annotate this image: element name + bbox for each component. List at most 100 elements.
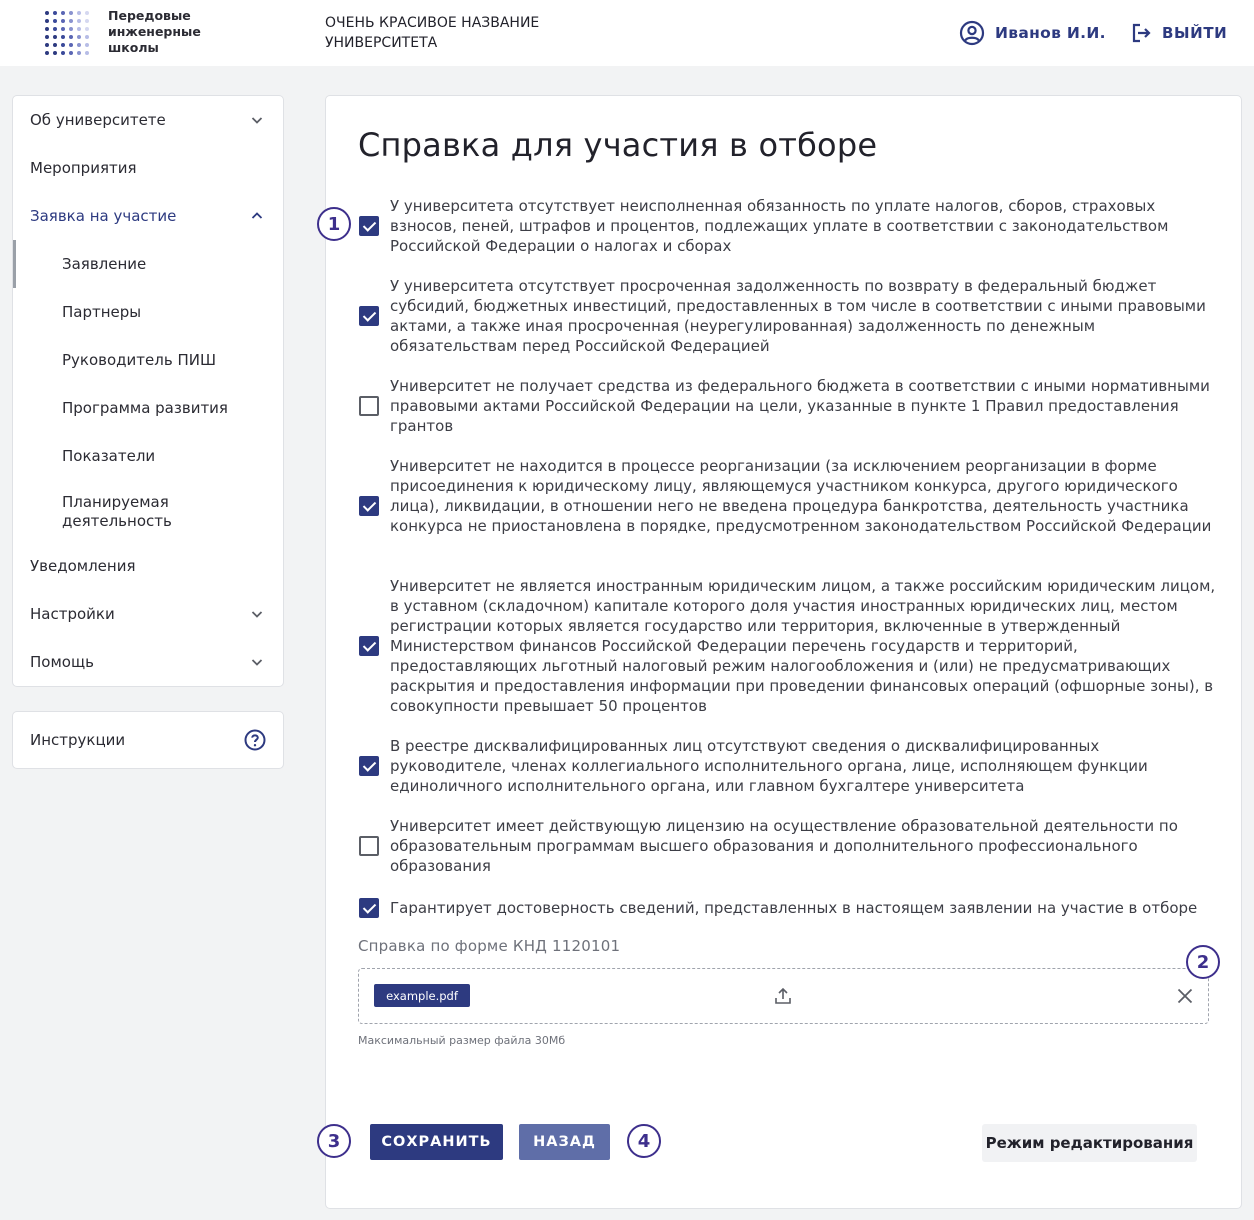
annotation-marker: 4 [627, 1124, 661, 1158]
user-profile-button[interactable]: Иванов И.И. [959, 20, 1106, 46]
sidebar-item-head[interactable]: Руководитель ПИШ [13, 336, 283, 384]
sidebar-item-label: Руководитель ПИШ [62, 351, 216, 369]
university-title: ОЧЕНЬ КРАСИВОЕ НАЗВАНИЕ УНИВЕРСИТЕТА [325, 13, 539, 53]
logo-dot [45, 51, 49, 55]
file-field-label: Справка по форме КНД 1120101 [358, 937, 621, 955]
annotation-marker: 1 [317, 207, 351, 241]
back-button[interactable]: НАЗАД [519, 1124, 610, 1160]
logo-dot [61, 27, 65, 31]
logo-dot [45, 11, 49, 15]
sidebar-item-label: Планируемая деятельность [62, 493, 172, 530]
sidebar-item-indicators[interactable]: Показатели [13, 432, 283, 480]
logo-dot [53, 27, 57, 31]
logo-dot [77, 43, 81, 47]
logo-dot [45, 19, 49, 23]
logo-line: школы [108, 40, 159, 55]
sidebar-item-instructions[interactable]: Инструкции [13, 716, 283, 764]
logo-dot [45, 43, 49, 47]
sidebar-item-help[interactable]: Помощь [13, 638, 283, 686]
checkbox-label: Университет не находится в процессе реор… [390, 457, 1212, 535]
upload-icon[interactable] [773, 986, 793, 1006]
instructions-panel: Инструкции [12, 711, 284, 769]
sidebar-nav: Об университете Мероприятия Заявка на уч… [12, 95, 284, 687]
logo-dot [85, 27, 89, 31]
page-title: Справка для участия в отборе [358, 126, 878, 164]
checkbox-label: В реестре дисквалифицированных лиц отсут… [390, 737, 1148, 795]
checkbox[interactable] [359, 216, 379, 236]
sidebar-item-label: Уведомления [30, 557, 136, 575]
top-header: Передовые инженерные школы ОЧЕНЬ КРАСИВО… [0, 0, 1254, 66]
sidebar-item-label: Мероприятия [30, 159, 137, 177]
logo-line: инженерные [108, 24, 201, 39]
checkbox[interactable] [359, 306, 379, 326]
logo-dot [61, 11, 65, 15]
logo-dot [53, 51, 57, 55]
checkbox-label: Гарантирует достоверность сведений, пред… [390, 899, 1198, 917]
checkbox[interactable] [359, 756, 379, 776]
sidebar-item-statement[interactable]: Заявление [13, 240, 283, 288]
save-button[interactable]: СОХРАНИТЬ [370, 1124, 503, 1160]
logo-dot [85, 19, 89, 23]
logo-dot [53, 35, 57, 39]
logo-dot [77, 35, 81, 39]
chevron-down-icon [251, 611, 263, 618]
logo-dot [53, 11, 57, 15]
close-icon[interactable] [1176, 987, 1194, 1005]
checkbox-label: У университета отсутствует просроченная … [390, 277, 1206, 355]
annotation-marker: 3 [317, 1124, 351, 1158]
question-circle-icon[interactable] [244, 729, 266, 751]
sidebar-item-label: Заявка на участие [30, 207, 177, 225]
annotation-marker: 2 [1186, 945, 1220, 979]
file-chip[interactable]: example.pdf [374, 984, 470, 1007]
checkbox[interactable] [359, 898, 379, 918]
logo-dot [45, 27, 49, 31]
chevron-up-icon [251, 212, 263, 219]
checkbox[interactable] [359, 396, 379, 416]
sidebar-item-settings[interactable]: Настройки [13, 590, 283, 638]
sidebar-item-application[interactable]: Заявка на участие [13, 192, 283, 240]
sidebar-item-label: Партнеры [62, 303, 142, 321]
logout-button[interactable]: ВЫЙТИ [1130, 20, 1227, 46]
chevron-down-icon [251, 117, 263, 124]
logout-label: ВЫЙТИ [1162, 24, 1228, 42]
sidebar-item-label: Показатели [62, 447, 156, 465]
logo-dot [61, 51, 65, 55]
university-title-line: УНИВЕРСИТЕТА [325, 35, 438, 51]
logo-dot [69, 51, 73, 55]
logo-dot [61, 43, 65, 47]
checkbox-label: Университет не является иностранным юрид… [390, 577, 1216, 715]
sidebar-item-partners[interactable]: Партнеры [13, 288, 283, 336]
logo-dot [85, 51, 89, 55]
sidebar-item-notifications[interactable]: Уведомления [13, 542, 283, 590]
logo-dot [61, 35, 65, 39]
sidebar-item-label: Программа развития [62, 399, 228, 417]
user-name: Иванов И.И. [995, 24, 1106, 42]
checkbox-label: Университет не получает средства из феде… [390, 377, 1210, 435]
sidebar-item-label: Помощь [30, 653, 94, 671]
sidebar-item-development-program[interactable]: Программа развития [13, 384, 283, 432]
logo-text[interactable]: Передовые инженерные школы [108, 8, 201, 56]
sidebar-item-label: Настройки [30, 605, 115, 623]
logo-dot [85, 35, 89, 39]
sidebar-item-about[interactable]: Об университете [13, 96, 283, 144]
user-circle-icon [959, 20, 985, 46]
sidebar-item-events[interactable]: Мероприятия [13, 144, 283, 192]
checkbox-label: Университет имеет действующую лицензию н… [390, 817, 1178, 875]
sidebar-item-label: Инструкции [30, 731, 126, 749]
sidebar-item-label: Заявление [62, 255, 147, 273]
logo-dot [85, 11, 89, 15]
sidebar-item-label: Об университете [30, 111, 166, 129]
logo-dot [45, 35, 49, 39]
checkbox[interactable] [359, 496, 379, 516]
logo-dot [77, 11, 81, 15]
logo-icon[interactable] [45, 11, 91, 57]
logo-dot [53, 19, 57, 23]
file-size-hint: Максимальный размер файла 30Мб [358, 1034, 566, 1047]
logo-dot [61, 19, 65, 23]
checkbox[interactable] [359, 836, 379, 856]
logo-dot [53, 43, 57, 47]
sidebar-item-planned-activity[interactable]: Планируемая деятельность [13, 490, 233, 534]
checkbox[interactable] [359, 636, 379, 656]
edit-mode-button[interactable]: Режим редактирования [982, 1124, 1197, 1162]
logo-dot [69, 19, 73, 23]
